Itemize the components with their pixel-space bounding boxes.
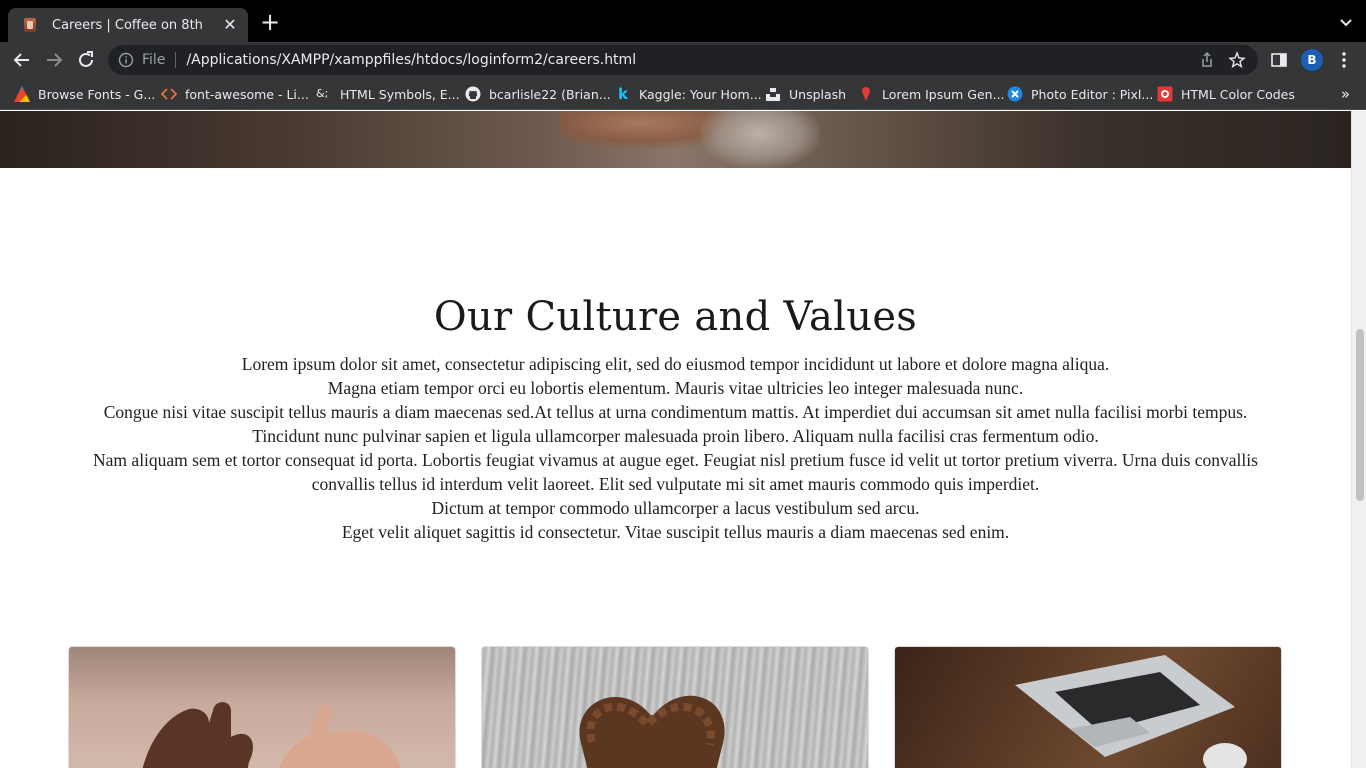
culture-card-image <box>68 646 456 768</box>
browser-toolbar: File /Applications/XAMPP/xamppfiles/htdo… <box>0 42 1366 78</box>
back-arrow-icon[interactable] <box>11 49 33 71</box>
paragraph-line: Magna etiam tempor orci eu lobortis elem… <box>327 378 1024 398</box>
paragraph-line: Eget velit aliquet sagittis id consectet… <box>341 522 1010 542</box>
bookmark-unsplash[interactable]: Unsplash <box>765 84 846 104</box>
hero-image <box>0 111 1351 168</box>
paragraph-line: Tincidunt nunc pulvinar sapien et ligula… <box>252 426 1099 446</box>
paragraph-line: Lorem ipsum dolor sit amet, consectetur … <box>241 354 1110 374</box>
bookmark-kaggle[interactable]: k Kaggle: Your Hom... <box>615 84 762 104</box>
kebab-menu-icon[interactable] <box>1336 51 1352 69</box>
bookmarks-bar: Browse Fonts - G... font-awesome - Li...… <box>0 78 1366 110</box>
share-icon[interactable] <box>1198 51 1216 69</box>
hero-image-detail <box>700 111 820 168</box>
tab-title: Careers | Coffee on 8th <box>52 17 203 33</box>
page-scrollbar[interactable] <box>1351 111 1366 768</box>
bookmarks-overflow-button[interactable]: » <box>1341 85 1350 103</box>
chevron-down-icon[interactable] <box>1338 14 1354 30</box>
bookmark-html-symbols[interactable]: &; HTML Symbols, E... <box>316 84 460 104</box>
divider <box>175 52 177 68</box>
culture-card-image <box>894 646 1282 768</box>
tab-strip: Careers | Coffee on 8th ✕ + <box>0 0 1366 42</box>
lorem-ipsum-icon <box>862 87 870 101</box>
paragraph-line: Nam aliquam sem et tortor consequat id p… <box>93 450 1258 494</box>
section-heading: Our Culture and Values <box>433 294 918 340</box>
url-text[interactable]: /Applications/XAMPP/xamppfiles/htdocs/lo… <box>186 52 1198 68</box>
laptop-on-desk-photo <box>1015 655 1247 768</box>
browser-tab[interactable]: Careers | Coffee on 8th ✕ <box>8 8 248 42</box>
file-scheme-label: File <box>142 52 166 68</box>
github-icon <box>465 86 481 102</box>
info-icon[interactable] <box>118 52 134 68</box>
bookmark-google-fonts[interactable]: Browse Fonts - G... <box>14 84 155 104</box>
page-viewport: Our Culture and Values Lorem ipsum dolor… <box>0 111 1366 768</box>
culture-paragraph: Lorem ipsum dolor sit amet, consectetur … <box>60 352 1291 544</box>
paragraph-line: Congue nisi vitae suscipit tellus mauris… <box>103 402 1248 422</box>
unsplash-icon <box>766 88 780 101</box>
bookmark-html-color-codes[interactable]: HTML Color Codes <box>1157 84 1295 104</box>
paragraph-line: Dictum at tempor commodo ullamcorper a l… <box>431 498 920 518</box>
bookmark-github[interactable]: bcarlisle22 (Brian... <box>465 84 611 104</box>
culture-card-image <box>481 646 869 768</box>
code-brackets-icon <box>161 88 177 100</box>
reload-icon[interactable] <box>75 49 97 71</box>
coffee-bean-heart-photo <box>579 695 725 768</box>
bookmark-font-awesome[interactable]: font-awesome - Li... <box>161 84 309 104</box>
close-icon[interactable]: ✕ <box>220 15 240 35</box>
address-bar[interactable]: File /Applications/XAMPP/xamppfiles/htdo… <box>108 45 1258 75</box>
avatar[interactable]: B <box>1301 49 1323 71</box>
pinky-promise-hands-photo <box>142 702 402 768</box>
bookmark-pixlr[interactable]: Photo Editor : Pixl... <box>1007 84 1153 104</box>
google-fonts-icon <box>14 86 30 102</box>
kaggle-icon: k <box>618 85 628 103</box>
scrollbar-thumb[interactable] <box>1356 329 1364 501</box>
forward-arrow-icon[interactable] <box>43 49 65 71</box>
star-icon[interactable] <box>1228 51 1246 69</box>
color-codes-icon <box>1157 86 1173 102</box>
ampersand-icon: &; <box>316 87 329 100</box>
bookmark-lorem-ipsum[interactable]: Lorem Ipsum Gen... <box>858 84 1005 104</box>
new-tab-button[interactable]: + <box>258 10 282 35</box>
side-panel-icon[interactable] <box>1270 51 1288 69</box>
coffee-cup-icon <box>24 18 36 32</box>
pixlr-icon <box>1007 86 1023 102</box>
